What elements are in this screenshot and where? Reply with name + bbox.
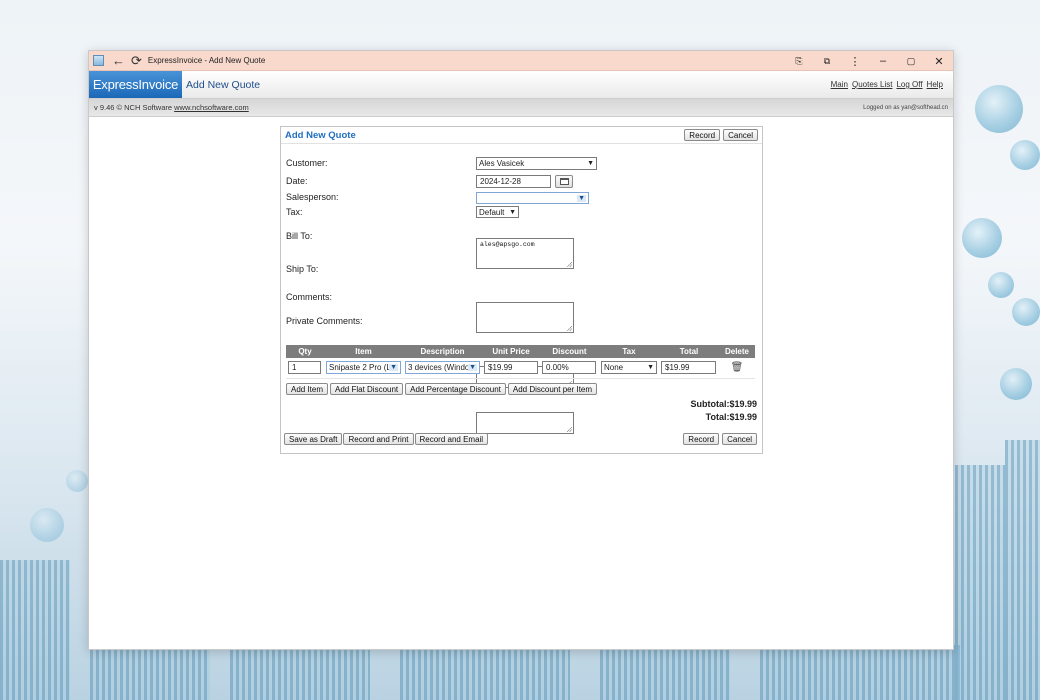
description-value: 3 devices (Windo <box>408 363 469 373</box>
extension-icon[interactable]: ⧉ <box>813 56 841 67</box>
line-tax-value: None <box>604 363 624 373</box>
app-icon <box>93 55 104 66</box>
items-table: Qty Item Description Unit Price Discount… <box>286 345 755 379</box>
add-line-buttons: Add Item Add Flat Discount Add Percentag… <box>286 383 598 395</box>
brand-logo[interactable]: ExpressInvoice <box>89 71 182 98</box>
private-comments-textarea[interactable] <box>476 412 574 434</box>
column-header-item: Item <box>324 345 403 358</box>
salesperson-select[interactable]: ▼ <box>476 192 589 204</box>
date-field-group: 2024-12-28 <box>476 175 576 189</box>
browser-window: ← ⟳ ExpressInvoice - Add New Quote ⎘ ⧉ ⋮… <box>88 50 954 650</box>
add-percentage-discount-button[interactable]: Add Percentage Discount <box>405 383 506 395</box>
column-header-description: Description <box>403 345 482 358</box>
totals-summary: Subtotal:$19.99 Total:$19.99 <box>690 398 757 424</box>
description-select[interactable]: 3 devices (Windo ▼ <box>405 361 480 375</box>
discount-input[interactable]: 0.00% <box>542 361 596 375</box>
add-flat-discount-button[interactable]: Add Flat Discount <box>330 383 404 395</box>
comments-label: Comments: <box>286 292 333 302</box>
add-discount-per-item-button[interactable]: Add Discount per Item <box>507 383 598 395</box>
save-as-draft-button[interactable]: Save as Draft <box>284 433 343 445</box>
add-quote-form: Add New Quote Record Cancel Customer: Al… <box>280 126 763 454</box>
tax-label: Tax: <box>286 207 303 217</box>
form-title: Add New Quote <box>285 129 356 141</box>
bottom-actions-right: Record Cancel <box>683 433 757 445</box>
background-bubble <box>1010 140 1040 170</box>
minimize-button[interactable]: – <box>869 55 897 67</box>
record-button-top[interactable]: Record <box>684 129 721 141</box>
item-select[interactable]: Snipaste 2 Pro (L ▼ <box>326 361 401 375</box>
background-bubble <box>1012 298 1040 326</box>
back-icon[interactable]: ← <box>112 54 125 67</box>
customer-select[interactable]: Ales Vasicek ▼ <box>476 157 597 170</box>
items-table-header: Qty Item Description Unit Price Discount… <box>286 345 755 358</box>
trash-icon[interactable]: 🗑 <box>721 362 753 373</box>
window-title: ExpressInvoice - Add New Quote <box>147 56 266 65</box>
tax-value: Default <box>479 207 505 217</box>
background-bubble <box>1000 368 1032 400</box>
line-total-input[interactable]: $19.99 <box>661 361 716 375</box>
cancel-button-top[interactable]: Cancel <box>723 129 758 141</box>
column-header-unit-price: Unit Price <box>482 345 540 358</box>
version-bar: v 9.46 © NCH Software www.nchsoftware.co… <box>89 99 953 117</box>
top-nav-links: Main Quotes List Log Off Help <box>831 80 943 89</box>
customer-label: Customer: <box>286 158 328 168</box>
logged-on-text: Logged on as yan@softhead.cn <box>863 104 948 111</box>
unit-price-input[interactable]: $19.99 <box>484 361 538 375</box>
title-bar: ← ⟳ ExpressInvoice - Add New Quote ⎘ ⧉ ⋮… <box>89 51 953 71</box>
version-label: v 9.46 © NCH Software <box>94 103 175 112</box>
tax-select[interactable]: Default ▼ <box>476 206 519 218</box>
record-and-print-button[interactable]: Record and Print <box>343 433 414 445</box>
chevron-down-icon: ▼ <box>389 364 398 372</box>
column-header-delete: Delete <box>719 345 755 358</box>
background-bubble <box>975 85 1023 133</box>
record-and-email-button[interactable]: Record and Email <box>414 433 489 445</box>
add-item-button[interactable]: Add Item <box>286 383 329 395</box>
help-link[interactable]: Help <box>927 80 943 89</box>
bill-to-textarea[interactable]: ales@apsgo.com <box>476 238 574 269</box>
item-value: Snipaste 2 Pro (L <box>329 363 390 373</box>
table-row: 1 Snipaste 2 Pro (L ▼ 3 devices (Windo ▼ <box>286 358 755 379</box>
chevron-down-icon: ▼ <box>509 208 516 216</box>
chevron-down-icon: ▼ <box>577 194 586 202</box>
chevron-down-icon: ▼ <box>468 364 477 372</box>
translate-icon[interactable]: ⎘ <box>785 56 813 67</box>
customer-value: Ales Vasicek <box>479 159 525 168</box>
background-bubble <box>988 272 1014 298</box>
calendar-button[interactable] <box>555 175 573 188</box>
qty-input[interactable]: 1 <box>288 361 321 375</box>
column-header-qty: Qty <box>286 345 324 358</box>
chevron-down-icon: ▼ <box>647 364 654 372</box>
ship-to-label: Ship To: <box>286 264 319 274</box>
subtotal-text: Subtotal:$19.99 <box>690 399 757 409</box>
private-comments-label: Private Comments: <box>286 316 363 326</box>
date-input[interactable]: 2024-12-28 <box>476 175 551 188</box>
calendar-icon <box>559 178 569 185</box>
column-header-discount: Discount <box>540 345 599 358</box>
app-header: ExpressInvoice Add New Quote Main Quotes… <box>89 71 953 99</box>
main-link[interactable]: Main <box>831 80 848 89</box>
reload-icon[interactable]: ⟳ <box>131 54 142 67</box>
background-bubble <box>962 218 1002 258</box>
form-header: Add New Quote Record Cancel <box>281 127 762 144</box>
page-title: Add New Quote <box>186 78 261 91</box>
line-tax-select[interactable]: None ▼ <box>601 361 657 375</box>
bill-to-label: Bill To: <box>286 231 313 241</box>
version-text: v 9.46 © NCH Software www.nchsoftware.co… <box>94 103 249 112</box>
more-menu-icon[interactable]: ⋮ <box>841 55 869 68</box>
date-label: Date: <box>286 176 308 186</box>
ship-to-textarea[interactable] <box>476 302 574 333</box>
salesperson-label: Salesperson: <box>286 192 339 202</box>
bottom-actions-left: Save as Draft Record and Print Record an… <box>284 433 489 445</box>
cancel-button-bottom[interactable]: Cancel <box>722 433 757 445</box>
quotes-list-link[interactable]: Quotes List <box>852 80 892 89</box>
nch-website-link[interactable]: www.nchsoftware.com <box>174 103 249 112</box>
record-button-bottom[interactable]: Record <box>683 433 720 445</box>
close-button[interactable]: ✕ <box>925 55 953 68</box>
log-off-link[interactable]: Log Off <box>896 80 922 89</box>
chevron-down-icon: ▼ <box>587 160 594 167</box>
column-header-total: Total <box>659 345 719 358</box>
maximize-button[interactable]: ▢ <box>897 56 925 67</box>
total-text: Total:$19.99 <box>705 412 757 422</box>
column-header-tax: Tax <box>599 345 659 358</box>
